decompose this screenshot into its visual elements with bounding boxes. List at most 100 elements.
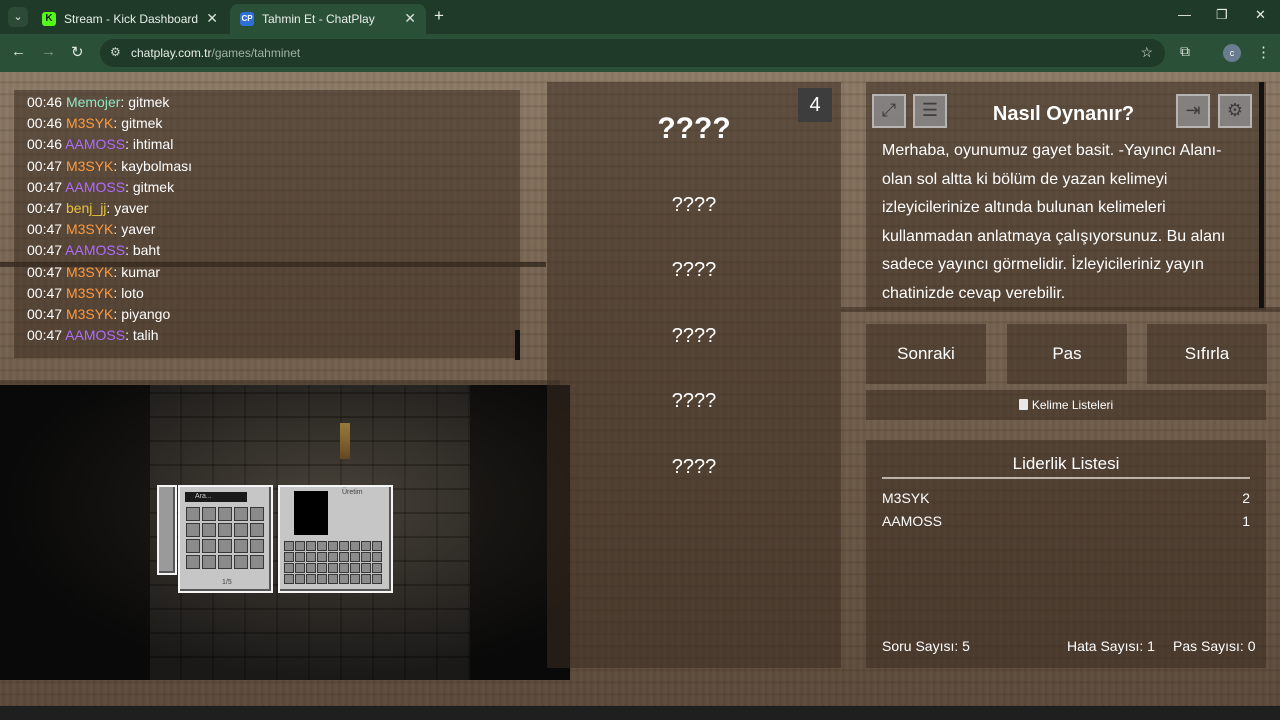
chat-timestamp: 00:47 (27, 221, 63, 238)
chat-text: talih (132, 327, 159, 344)
chatplay-favicon-icon: CP (240, 12, 254, 26)
chat-timestamp: 00:47 (27, 263, 63, 280)
chat-message: 00:46 AAMOSS: ihtimal (27, 136, 174, 153)
chat-panel: 00:46 Memojer: gitmek 00:46 M3SYK: gitmek… (14, 90, 520, 360)
tab-kick-dashboard[interactable]: K Stream - Kick Dashboard ✕ (32, 4, 228, 34)
forbidden-word: ???? (671, 194, 717, 216)
tab-search-button[interactable]: ⌄ (8, 7, 28, 27)
close-tab-icon[interactable]: ✕ (206, 10, 218, 27)
chat-text: loto (121, 284, 144, 301)
forbidden-word: ???? (671, 259, 717, 281)
error-count: Hata Sayısı: 1 (1067, 638, 1155, 654)
reload-icon[interactable]: ↻ (71, 43, 84, 61)
pass-button[interactable]: Pas (1007, 324, 1127, 384)
inventory-tabs (157, 485, 177, 575)
back-arrow-icon[interactable]: ← (11, 43, 26, 60)
how-to-play-scrollbar[interactable] (1259, 82, 1264, 308)
how-to-play-text: Merhaba, oyunumuz gayet basit. -Yayıncı … (882, 142, 1226, 302)
reset-button[interactable]: Sıfırla (1147, 324, 1267, 384)
chat-text: ihtimal (132, 136, 174, 153)
player-score: 1 (1242, 513, 1250, 529)
chat-username: AAMOSS (65, 178, 126, 195)
chat-message: 00:46 Memojer: gitmek (27, 94, 170, 110)
document-icon (1018, 399, 1028, 410)
chat-text: kumar (121, 263, 161, 280)
crafting-label: Üretim (342, 489, 363, 496)
chat-text: kaybolması (121, 157, 192, 174)
forbidden-word: ???? (671, 456, 717, 478)
chat-username: M3SYK (65, 115, 114, 132)
chat-username: AAMOSS (65, 136, 126, 153)
chat-timestamp: 00:47 (27, 178, 63, 195)
player-name: M3SYK (882, 490, 930, 506)
next-button[interactable]: Sonraki (866, 324, 986, 384)
player-name: AAMOSS (882, 513, 942, 529)
chat-timestamp: 00:46 (27, 94, 63, 110)
tab-title: Stream - Kick Dashboard (64, 12, 199, 26)
chat-username: Memojer (65, 94, 121, 110)
chat-timestamp: 00:47 (27, 242, 63, 259)
close-tab-icon[interactable]: ✕ (404, 10, 416, 27)
minimize-button[interactable]: — (1178, 7, 1191, 22)
profile-avatar[interactable]: c (1223, 44, 1241, 62)
chat-message: 00:47 AAMOSS: talih (27, 327, 159, 344)
chat-text: gitmek (128, 94, 170, 110)
fullscreen-icon[interactable]: ⤢ (872, 94, 906, 128)
chat-text: piyango (121, 306, 171, 322)
gear-icon[interactable]: ⚙ (1218, 94, 1252, 128)
url-text[interactable]: chatplay.com.tr/games/tahminet (131, 46, 300, 60)
chat-username: benj_jj (65, 200, 107, 216)
chat-username: M3SYK (65, 221, 114, 238)
chat-username: AAMOSS (65, 327, 126, 344)
chat-message: 00:47 M3SYK: yaver (27, 221, 156, 238)
new-tab-button[interactable]: + (434, 6, 444, 26)
tab-chatplay[interactable]: CP Tahmin Et - ChatPlay ✕ (230, 4, 426, 34)
site-info-icon[interactable]: ⚙ (110, 45, 121, 59)
streamer-area: Ara... 1/5 Üretim (0, 385, 570, 680)
question-count: Soru Sayısı: 5 (882, 638, 970, 654)
hidden-words-panel: 4 ???? ???? ???? ???? ???? ???? (547, 82, 841, 668)
chat-text: yaver (121, 221, 156, 238)
close-window-button[interactable]: ✕ (1255, 7, 1266, 23)
chat-timestamp: 00:47 (27, 157, 63, 174)
document-icon[interactable]: ☰ (913, 94, 947, 128)
chat-message: 00:47 M3SYK: piyango (27, 306, 171, 322)
browser-menu-icon[interactable]: ⋮ (1256, 43, 1271, 61)
exit-icon[interactable]: ⇥ (1176, 94, 1210, 128)
tab-strip: ⌄ K Stream - Kick Dashboard ✕ CP Tahmin … (0, 0, 1280, 34)
chat-message: 00:47 benj_jj: yaver (27, 200, 149, 216)
extensions-icon[interactable]: ⧉ (1180, 43, 1190, 60)
leaderboard-panel: Liderlik Listesi M3SYK 2 AAMOSS 1 Soru S… (866, 440, 1266, 668)
how-to-play-title: Nasıl Oynanır? (992, 103, 1135, 125)
address-bar[interactable]: ⚙ chatplay.com.tr/games/tahminet ☆ (100, 39, 1165, 67)
navigation-bar: ← → ↻ ⚙ chatplay.com.tr/games/tahminet ☆… (0, 34, 1280, 72)
chat-timestamp: 00:47 (27, 284, 63, 301)
recipe-search-input[interactable]: Ara... (185, 492, 247, 502)
chat-message: 00:47 AAMOSS: baht (27, 242, 161, 259)
how-to-play-panel: ⤢ ☰ Nasıl Oynanır? ⇥ ⚙ Merhaba, oyunumuz… (866, 82, 1266, 310)
chat-text: yaver (114, 200, 149, 216)
chat-timestamp: 00:47 (27, 306, 63, 322)
kick-favicon-icon: K (42, 12, 56, 26)
chat-timestamp: 00:47 (27, 200, 63, 216)
maximize-button[interactable]: ❐ (1216, 7, 1228, 23)
forbidden-word: ???? (671, 325, 717, 347)
chat-timestamp: 00:47 (27, 327, 63, 344)
chat-message: 00:46 M3SYK: gitmek (27, 115, 163, 132)
divider (882, 477, 1250, 479)
chat-message: 00:47 M3SYK: kumar (27, 263, 161, 280)
chat-text: gitmek (121, 115, 163, 132)
game-page: 00:46 Memojer: gitmek 00:46 M3SYK: gitmek… (0, 72, 1280, 720)
recipe-grid (186, 507, 264, 569)
chat-username: M3SYK (65, 157, 114, 174)
recipe-book-panel: Ara... 1/5 (178, 485, 273, 593)
chat-scrollbar[interactable] (515, 330, 520, 360)
word-lists-button[interactable]: Kelime Listeleri (866, 390, 1266, 420)
forward-arrow-icon[interactable]: → (41, 43, 56, 60)
chat-username: M3SYK (65, 306, 114, 322)
leaderboard-row: AAMOSS 1 (882, 513, 1250, 529)
player-inventory-panel: Üretim (278, 485, 393, 593)
target-word: ???? (657, 112, 731, 145)
bookmark-star-icon[interactable]: ☆ (1140, 44, 1153, 61)
chat-text: gitmek (132, 178, 175, 195)
